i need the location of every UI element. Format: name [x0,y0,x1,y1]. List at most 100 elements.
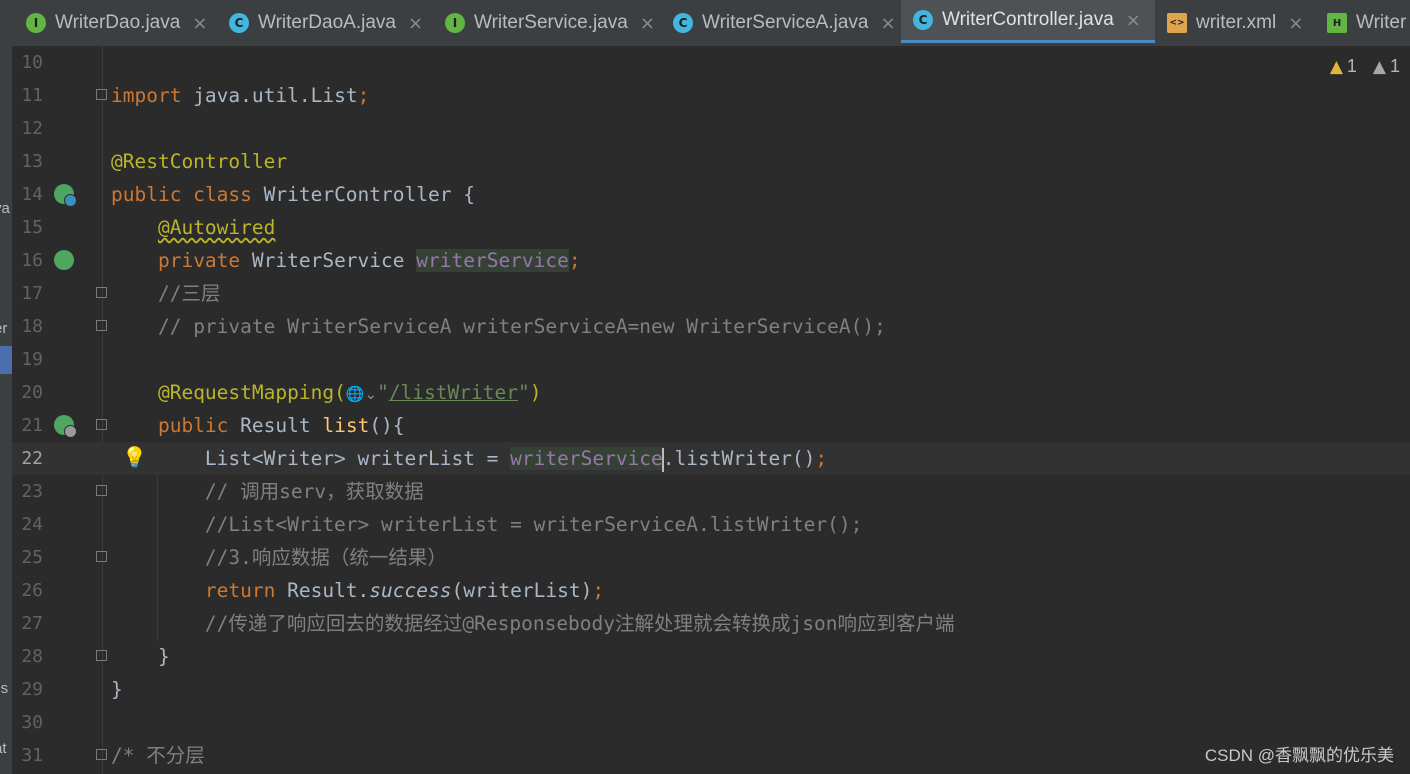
fold-icon[interactable] [96,287,107,298]
code-line: 21 public Result list(){ [12,409,1410,442]
tab-writer-html[interactable]: H Writer [1327,0,1406,46]
code-text: //传递了响应回去的数据经过@Responsebody注解处理就会转换成json… [204,612,955,635]
code-line: 16 private WriterService writerService; [12,244,1410,277]
tab-writerservice[interactable]: I WriterService.java × [445,0,655,46]
code-line: 25 //3.响应数据（统一结果） [12,541,1410,574]
line-number: 11 [21,85,43,106]
fold-icon[interactable] [96,419,107,430]
line-number: 24 [21,514,43,535]
class-icon: C [913,10,933,30]
code-text: //List<Writer> writerList = writerServic… [204,513,863,536]
code-line: 18 // private WriterServiceA writerServi… [12,310,1410,343]
code-line: 31 /* 不分层 [12,739,1410,772]
line-number: 27 [21,613,43,634]
line-number: 22 [21,448,43,469]
code-line: 30 [12,706,1410,739]
code-text: @RequestMapping(🌐⌄"/listWriter") [157,381,542,404]
code-text: private WriterService writerService; [157,249,581,272]
code-text: //三层 [157,282,221,305]
fold-icon[interactable] [96,89,107,100]
interface-icon: I [26,13,46,33]
code-text: /* 不分层 [111,744,205,767]
code-text: // private WriterServiceA writerServiceA… [157,315,886,338]
tab-label: writer.xml [1196,12,1277,33]
fold-icon[interactable] [96,320,107,331]
code-text: } [111,678,123,701]
close-icon[interactable]: × [408,13,423,34]
watermark: CSDN @香飘飘的优乐美 [1204,746,1394,765]
project-panel-strip: va er ils at [0,0,12,774]
code-line: 19 [12,343,1410,376]
line-number: 28 [21,646,43,667]
line-number: 20 [21,382,43,403]
tab-label: Writer [1356,12,1407,33]
code-text: public class WriterController { [111,183,475,206]
code-text: @Autowired [157,216,276,239]
url-link[interactable]: /listWriter [389,381,518,404]
line-number: 15 [21,217,43,238]
line-number: 18 [21,316,43,337]
tab-writerservicea[interactable]: C WriterServiceA.java × [673,0,896,46]
line-number: 25 [21,547,43,568]
code-text: } [157,645,170,668]
code-line: 26 return Result.success(writerList); [12,574,1410,607]
line-number: 13 [21,151,43,172]
code-line: 17 //三层 [12,277,1410,310]
code-editor[interactable]: ▲ 1 ▲ 1 10 11 import java.util.List; 12 13… [12,46,1410,774]
code-line: 14 public class WriterController { [12,178,1410,211]
line-number: 21 [21,415,43,436]
spring-bean-icon[interactable] [54,184,77,207]
tab-label: WriterDaoA.java [258,12,396,33]
project-fragment: ils [0,680,9,697]
project-fragment: va [0,200,10,217]
autowired-navigation-icon[interactable] [54,250,74,270]
class-icon: C [673,13,693,33]
close-icon[interactable]: × [1126,10,1141,31]
current-code-line: 22 💡 List<Writer> writerList = writerSer… [12,442,1410,475]
code-line: 20 @RequestMapping(🌐⌄"/listWriter") [12,376,1410,409]
close-icon[interactable]: × [640,13,655,34]
tab-writer-xml[interactable]: <> writer.xml × [1167,0,1303,46]
line-number: 23 [21,481,43,502]
code-line: 24 //List<Writer> writerList = writerSer… [12,508,1410,541]
editor-tab-bar: I WriterDao.java × C WriterDaoA.java × I… [12,0,1410,47]
code-line: 11 import java.util.List; [12,79,1410,112]
xml-file-icon: <> [1167,13,1187,33]
code-line: 29 } [12,673,1410,706]
request-mapping-icon[interactable] [54,415,77,438]
tab-writerdao[interactable]: I WriterDao.java × [26,0,207,46]
code-line: 28 } [12,640,1410,673]
fold-icon[interactable] [96,749,107,760]
code-text: @RestController [111,150,288,173]
globe-icon: 🌐⌄ [345,385,378,403]
tab-writerdaoa[interactable]: C WriterDaoA.java × [229,0,423,46]
line-number: 31 [21,745,43,766]
code-line: 12 [12,112,1410,145]
code-text: // 调用serv，获取数据 [204,480,424,503]
close-icon[interactable]: × [880,13,895,34]
fold-icon[interactable] [96,650,107,661]
line-number: 16 [21,250,43,271]
fold-icon[interactable] [96,485,107,496]
line-number: 29 [21,679,43,700]
tab-writercontroller[interactable]: C WriterController.java × [901,0,1155,43]
code-text: List<Writer> writerList = writerService.… [204,447,828,472]
line-number: 30 [21,712,43,733]
code-line: 10 [12,46,1410,79]
close-icon[interactable]: × [192,13,207,34]
code-text: //3.响应数据（统一结果） [204,546,447,569]
close-icon[interactable]: × [1288,13,1303,34]
class-icon: C [229,13,249,33]
line-number: 19 [21,349,43,370]
project-selection-bar [0,346,12,374]
code-line: 15 @Autowired [12,211,1410,244]
project-fragment: at [0,740,7,757]
tab-label: WriterDao.java [55,12,181,33]
code-text: return Result.success(writerList); [204,579,605,602]
interface-icon: I [445,13,465,33]
code-text: public Result list(){ [157,414,405,437]
line-number: 10 [21,52,43,73]
code-line: 27 //传递了响应回去的数据经过@Responsebody注解处理就会转换成j… [12,607,1410,640]
code-line: 23 // 调用serv，获取数据 [12,475,1410,508]
fold-icon[interactable] [96,551,107,562]
